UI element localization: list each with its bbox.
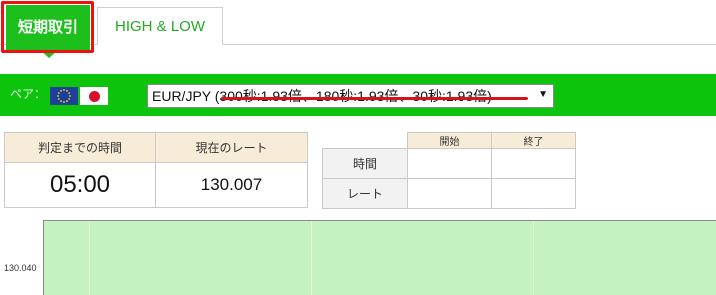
tab-bar: 短期取引 HIGH & LOW [0, 0, 716, 58]
timer-box: 判定までの時間 05:00 [4, 132, 156, 208]
end-rate-cell [491, 178, 576, 209]
tab-high-low[interactable]: HIGH & LOW [97, 7, 223, 45]
chart-gridline [533, 221, 534, 295]
table-corner [322, 132, 408, 149]
tab-short-term-label: 短期取引 [17, 19, 78, 36]
pair-select-value: EUR/JPY (300秒:1.93倍、180秒:1.93倍、30秒:1.93倍… [152, 88, 492, 104]
eu-flag-icon [50, 87, 78, 105]
payout-underline [221, 97, 528, 100]
pair-bar: ペア： EUR/JPY (300秒:1.93倍、180秒:1.93倍、30秒:1… [0, 74, 716, 116]
start-rate-cell [407, 178, 492, 209]
start-time-cell [407, 148, 492, 179]
rate-value: 130.007 [200, 175, 263, 194]
period-table: 開始 終了 時間 レート [322, 132, 576, 209]
chart-y-tick: 130.040 [4, 263, 37, 273]
rate-chart [43, 220, 716, 295]
jp-flag-icon [80, 87, 108, 105]
dropdown-caret-icon[interactable]: ▼ [538, 89, 548, 100]
col-start-header: 開始 [407, 132, 492, 149]
pair-label: ペア： [10, 87, 47, 101]
timer-value: 05:00 [49, 171, 111, 198]
row-time-label: 時間 [322, 148, 408, 179]
tab-high-low-label: HIGH & LOW [114, 18, 205, 35]
timer-header: 判定までの時間 [5, 133, 155, 163]
rate-header: 現在のレート [156, 133, 307, 163]
col-end-header: 終了 [491, 132, 576, 149]
chart-gridline [311, 221, 312, 295]
end-time-cell [491, 148, 576, 179]
chart-gridline [89, 221, 90, 295]
pair-select[interactable]: EUR/JPY (300秒:1.93倍、180秒:1.93倍、30秒:1.93倍… [147, 84, 554, 108]
row-rate-label: レート [322, 178, 408, 209]
rate-box: 現在のレート 130.007 [155, 132, 308, 208]
active-tab-pointer [40, 50, 58, 58]
tab-short-term[interactable]: 短期取引 [6, 5, 90, 58]
